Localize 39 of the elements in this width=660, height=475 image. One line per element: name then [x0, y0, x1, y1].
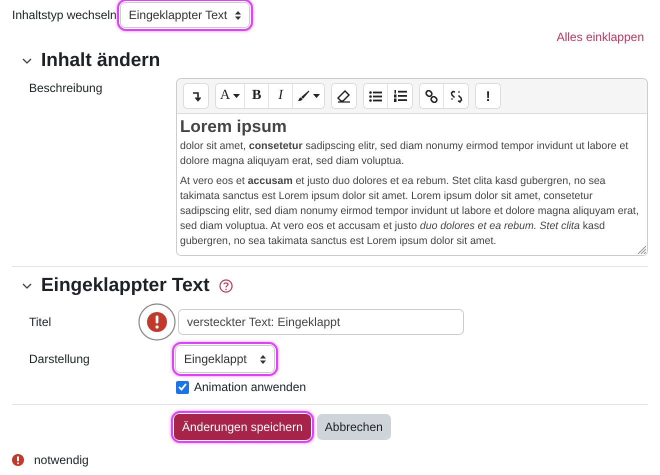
- cancel-button[interactable]: Abbrechen: [316, 414, 391, 440]
- bullet-list-icon: [369, 90, 382, 102]
- display-select[interactable]: Eingeklappt: [175, 345, 275, 373]
- help-icon[interactable]: [218, 279, 233, 293]
- link-icon: [425, 90, 438, 102]
- required-icon: [12, 454, 24, 466]
- checkbox[interactable]: [176, 380, 189, 394]
- brush-icon: [297, 90, 310, 102]
- toolbar-button[interactable]: B: [245, 84, 270, 108]
- caret-icon: [233, 94, 240, 98]
- content-type-select[interactable]: Eingeklappter Text: [120, 2, 250, 28]
- toolbar-button[interactable]: !: [476, 84, 500, 108]
- text-editor[interactable]: [176, 78, 648, 256]
- updown-icon: [235, 10, 242, 20]
- toolbar-button[interactable]: I: [269, 84, 294, 108]
- content-type-label: Inhaltstyp wechseln: [12, 8, 117, 22]
- section-heading: Inhalt ändern: [41, 50, 160, 72]
- editor-paragraph: dolor sit amet, consetetur sadipscing elitr, sed diam nonumy eirmod tempor invidunt ut labore et dolore magna aliquyam erat, sed diam voluptua.: [180, 139, 630, 169]
- eraser-icon: [337, 90, 352, 102]
- title-input-field[interactable]: versteckter Text: Eingeklappt: [178, 309, 464, 335]
- editor-heading: Lorem ipsum: [180, 117, 288, 137]
- broken-link-icon: [450, 90, 463, 102]
- resize-grip-icon[interactable]: [638, 246, 646, 254]
- chevron-icon[interactable]: [22, 58, 32, 64]
- updown-icon: [260, 354, 266, 364]
- required-note: notwendig: [34, 453, 89, 467]
- chevron-icon[interactable]: [22, 283, 32, 289]
- field-label: Darstellung: [29, 352, 91, 366]
- checkbox-label: Animation anwenden: [194, 380, 306, 394]
- field-label: Beschreibung: [29, 80, 104, 97]
- editor-paragraph: At vero eos et accusam et justo duo dolores et ea rebum. Stet clita kasd gubergren, no sea takimata sanctus est Lorem ipsum dolor sit amet. Lorem ipsum dolor sit amet, consetetur sadipscing elitr, sed diam nonumy eirmod tempor invidunt ut labore et dolore magna aliquyam erat, sed diam voluptua. At vero eos et accusam et justo duo dolores et ea rebum. Stet clita kasd gubergren, no sea takimata sanctus est Lorem ipsum dolor sit amet.: [180, 174, 640, 249]
- field-label: Titel: [29, 315, 52, 329]
- caret-icon: [313, 94, 320, 98]
- numbered-list-icon: [394, 90, 407, 102]
- section-heading: Eingeklappter Text: [41, 275, 210, 297]
- toolbar-button[interactable]: A: [216, 84, 246, 108]
- collapse-all-link[interactable]: Alles einklappen: [556, 30, 644, 48]
- save-button[interactable]: Änderungen speichern: [174, 414, 311, 440]
- arrow-icon: [192, 90, 200, 102]
